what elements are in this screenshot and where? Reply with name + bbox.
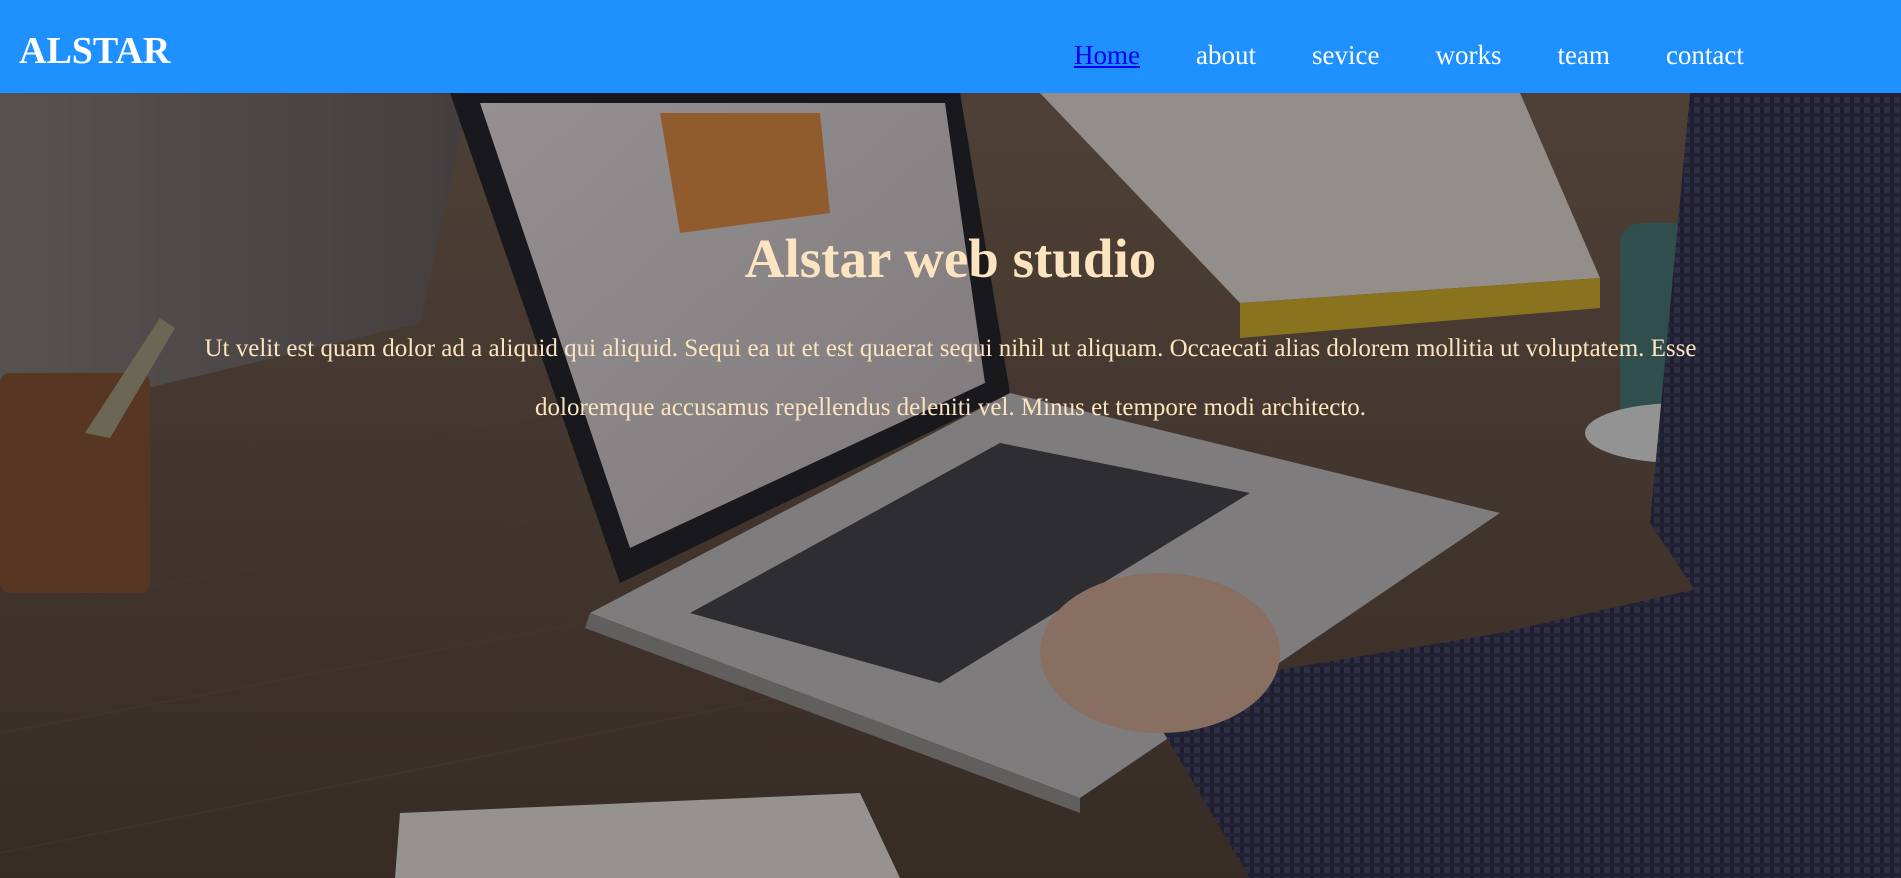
nav-link-home[interactable]: Home xyxy=(1074,42,1140,69)
nav-link-service[interactable]: sevice xyxy=(1312,42,1379,69)
nav-link-contact[interactable]: contact xyxy=(1666,42,1744,69)
top-navbar: ALSTAR Home about sevice works team cont… xyxy=(0,0,1901,93)
nav-link-team[interactable]: team xyxy=(1557,42,1609,69)
nav-link-about[interactable]: about xyxy=(1196,42,1256,69)
hero-title: Alstar web studio xyxy=(744,228,1157,289)
hero-dark-overlay xyxy=(0,93,1901,878)
nav-link-works[interactable]: works xyxy=(1435,42,1501,69)
hero-section: Alstar web studio Ut velit est quam dolo… xyxy=(0,93,1901,878)
brand-logo[interactable]: ALSTAR xyxy=(19,32,170,70)
hero-paragraph: Ut velit est quam dolor ad a aliquid qui… xyxy=(204,335,1697,421)
main-nav: Home about sevice works team contact xyxy=(1074,42,1800,69)
